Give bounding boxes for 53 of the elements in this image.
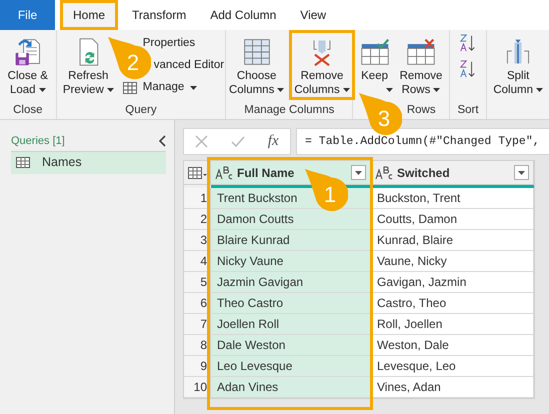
table-cell: Damon Coutts bbox=[211, 209, 371, 229]
group-label: Close bbox=[13, 103, 42, 118]
collapse-icon[interactable] bbox=[158, 135, 166, 148]
column-title: Switched bbox=[397, 164, 451, 182]
save-document-icon bbox=[12, 36, 43, 68]
ribbon-tab[interactable]: Add Column bbox=[200, 0, 286, 30]
text-type-icon bbox=[375, 166, 393, 180]
remove-rows-icon bbox=[406, 36, 436, 68]
ribbon-button[interactable]: Remove Columns bbox=[289, 30, 355, 100]
ribbon-tab[interactable]: Home bbox=[60, 0, 118, 30]
table-icon bbox=[16, 157, 30, 168]
ribbon-tab[interactable]: View bbox=[290, 0, 336, 30]
group-label: Rows bbox=[406, 103, 436, 118]
ribbon-small-button[interactable]: Properties bbox=[142, 34, 196, 52]
table-cell: Nicky Vaune bbox=[211, 251, 371, 271]
column-header[interactable]: Full Name bbox=[211, 161, 371, 184]
step-marker: 3 bbox=[358, 92, 402, 136]
queries-header: Queries [1] bbox=[11, 134, 65, 149]
filter-dropdown[interactable] bbox=[514, 165, 529, 180]
text-type-icon bbox=[215, 166, 233, 180]
group-label: Query bbox=[125, 103, 157, 118]
sort-ascending-icon[interactable] bbox=[458, 33, 477, 53]
ribbon-tab[interactable]: Transform bbox=[122, 0, 196, 30]
ribbon-tab[interactable]: File bbox=[0, 0, 55, 30]
check-rows-icon bbox=[360, 36, 390, 68]
ribbon-small-button[interactable]: vanced Editor bbox=[154, 56, 224, 74]
ribbon-button[interactable]: Close & Load bbox=[2, 30, 53, 100]
group-label: Sort bbox=[457, 103, 479, 118]
group-label: Manage Columns bbox=[244, 103, 334, 118]
ribbon-button[interactable]: Split Column bbox=[488, 30, 548, 100]
query-item[interactable]: Names bbox=[11, 152, 166, 174]
ribbon-button[interactable]: Refresh Preview bbox=[58, 30, 119, 100]
table-cell: Blaire Kunrad bbox=[211, 230, 371, 250]
table-grid-icon bbox=[242, 36, 272, 68]
table-icon bbox=[122, 82, 137, 94]
ribbon-small-button[interactable]: Manage bbox=[142, 78, 198, 96]
table-menu-icon[interactable] bbox=[188, 166, 206, 178]
caret-icon bbox=[518, 170, 525, 174]
column-title: Full Name bbox=[237, 164, 296, 182]
filter-dropdown[interactable] bbox=[351, 165, 366, 180]
table-cell: Adan Vines bbox=[211, 377, 371, 397]
caret-icon bbox=[355, 170, 362, 174]
sort-descending-icon[interactable] bbox=[458, 59, 477, 79]
step-marker: 1 bbox=[304, 168, 348, 212]
table-cell: Jazmin Gavigan bbox=[211, 272, 371, 292]
table-cell: Theo Castro bbox=[211, 293, 371, 313]
ribbon-button[interactable]: Keep bbox=[354, 30, 395, 86]
table-cell: Leo Levesque bbox=[211, 356, 371, 376]
ribbon-button[interactable]: Choose Columns bbox=[224, 30, 290, 100]
function-button[interactable]: fx bbox=[268, 130, 279, 153]
table-cell: Joellen Roll bbox=[211, 314, 371, 334]
check-icon[interactable] bbox=[231, 136, 246, 148]
table-cell: Dale Weston bbox=[211, 335, 371, 355]
